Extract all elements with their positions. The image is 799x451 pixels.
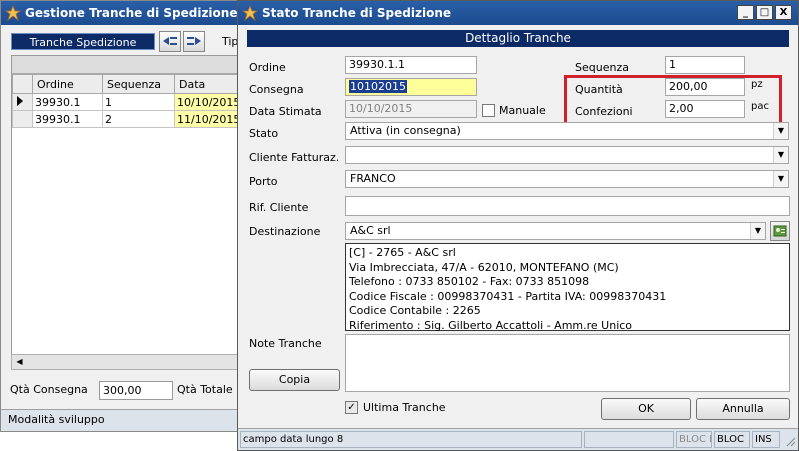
background-status-bar: Modalità sviluppo [1, 409, 244, 431]
status-message: campo data lungo 8 [240, 431, 582, 448]
address-book-icon [773, 225, 787, 237]
chevron-down-icon[interactable]: ▼ [750, 223, 765, 239]
porto-selected-value: FRANCO [350, 172, 396, 185]
destinazione-detail-line: Via Imbrecciata, 47/A - 62010, MONTEFANO… [349, 260, 619, 274]
scroll-left-icon[interactable]: ◀ [13, 356, 26, 368]
status-ins: INS [752, 431, 780, 448]
ultima-tranche-checkbox[interactable]: ✓ [345, 401, 358, 414]
qta-totale-label: Qtà Totale [177, 383, 233, 396]
dialog-status-bar: campo data lungo 8 BLOC N BLOC INS [238, 428, 798, 450]
chevron-down-icon[interactable]: ▼ [773, 123, 788, 139]
status-cell-empty [584, 431, 674, 448]
manuale-label: Manuale [499, 104, 546, 117]
annotation-highlight-box [564, 75, 782, 126]
background-titlebar[interactable]: Gestione Tranche di Spedizione [1, 1, 244, 25]
destinazione-select[interactable]: A&C srl ▼ [345, 222, 766, 240]
collapse-panel-button[interactable] [159, 31, 181, 52]
destinazione-details-box: [C] - 2765 - A&C srl Via Imbrecciata, 47… [345, 243, 790, 332]
consegna-label: Consegna [249, 83, 304, 96]
porto-label: Porto [249, 175, 278, 188]
grid-group-header [12, 56, 245, 74]
data-stimata-label: Data Stimata [249, 105, 322, 118]
resize-grip-icon[interactable] [784, 435, 796, 447]
note-tranche-label: Note Tranche [249, 337, 322, 350]
maximize-button[interactable]: □ [756, 5, 773, 20]
ordine-input[interactable]: 39930.1.1 [345, 56, 477, 74]
destinazione-label: Destinazione [249, 225, 321, 238]
ok-button[interactable]: OK [601, 398, 691, 420]
stato-tranche-dialog: Stato Tranche di Spedizione _ □ X Dettag… [237, 0, 799, 451]
status-bloc-maiusc: BLOC [714, 431, 750, 448]
table-row[interactable]: 39930.1 1 10/10/2015 [12, 93, 252, 111]
grid-horizontal-scrollbar[interactable]: ◀ [11, 354, 246, 370]
destinazione-detail-line: Riferimento : Sig. Gilberto Accattoli - … [349, 318, 633, 332]
qta-consegna-input[interactable]: 300,00 [99, 381, 173, 400]
current-row-indicator-icon [12, 93, 33, 111]
app-logo-icon [4, 4, 22, 22]
destinazione-detail-line: Telefono : 0733 850102 - Fax: 0733 85109… [349, 275, 590, 288]
chevron-down-icon[interactable]: ▼ [773, 147, 788, 163]
cliente-fatturazione-select[interactable]: ▼ [345, 146, 789, 164]
column-header-ordine[interactable]: Ordine [32, 74, 103, 94]
destinazione-detail-line: [C] - 2765 - A&C srl [349, 246, 456, 259]
table-row[interactable]: 39930.1 2 11/10/2015 [12, 110, 252, 128]
cliente-fatturazione-label: Cliente Fatturaz. [249, 151, 340, 164]
ordine-label: Ordine [249, 61, 286, 74]
copia-button[interactable]: Copia [249, 369, 340, 391]
stato-label: Stato [249, 127, 279, 140]
dettaglio-tranche-header: Dettaglio Tranche [247, 30, 789, 47]
tab-tranche-spedizione[interactable]: Tranche Spedizione [11, 33, 155, 50]
stato-select[interactable]: Attiva (in consegna) ▼ [345, 122, 789, 140]
tranche-grid[interactable]: Ordine Sequenza Data 39930.1 1 10/10/201… [11, 55, 252, 370]
cell-sequenza[interactable]: 2 [102, 110, 175, 128]
row-selector-header [12, 74, 33, 94]
dialog-titlebar[interactable]: Stato Tranche di Spedizione _ □ X [238, 1, 798, 25]
row-selector [12, 110, 33, 128]
cell-ordine[interactable]: 39930.1 [32, 110, 103, 128]
ultima-tranche-label: Ultima Tranche [363, 401, 446, 414]
data-stimata-input: 10/10/2015 [345, 100, 477, 118]
close-button[interactable]: X [775, 5, 792, 20]
sequenza-label: Sequenza [575, 61, 629, 74]
porto-select[interactable]: FRANCO ▼ [345, 170, 789, 188]
consegna-selected-text: 10102015 [349, 80, 407, 93]
tranche-table: Ordine Sequenza Data 39930.1 1 10/10/201… [12, 74, 252, 128]
minimize-button[interactable]: _ [737, 5, 754, 20]
background-window: Gestione Tranche di Spedizione Tranche S… [0, 0, 252, 432]
destinazione-detail-line: Codice Contabile : 2265 [349, 304, 481, 317]
expand-right-icon [187, 37, 201, 45]
cell-sequenza[interactable]: 1 [102, 93, 175, 111]
collapse-left-icon [163, 37, 177, 45]
app-logo-icon [241, 4, 259, 22]
address-book-button[interactable] [770, 221, 790, 241]
toolbar-tip-label: Tip [222, 35, 239, 48]
dialog-title: Stato Tranche di Spedizione [262, 6, 452, 20]
destinazione-selected-value: A&C srl [350, 224, 391, 237]
status-bloc-num: BLOC N [676, 431, 712, 448]
destinazione-detail-line: Codice Fiscale : 00998370431 - Partita I… [349, 289, 667, 303]
background-window-title: Gestione Tranche di Spedizione [25, 6, 238, 20]
manuale-checkbox[interactable] [482, 104, 495, 117]
sequenza-input[interactable]: 1 [665, 56, 745, 74]
expand-panel-button[interactable] [183, 31, 205, 52]
rif-cliente-label: Rif. Cliente [249, 201, 309, 214]
column-header-sequenza[interactable]: Sequenza [102, 74, 175, 94]
consegna-input[interactable]: 10102015 [345, 78, 477, 96]
note-tranche-textarea[interactable] [345, 334, 790, 392]
annulla-button[interactable]: Annulla [696, 398, 790, 420]
chevron-down-icon[interactable]: ▼ [773, 171, 788, 187]
rif-cliente-input[interactable] [345, 196, 790, 216]
stato-selected-value: Attiva (in consegna) [350, 124, 461, 137]
qta-consegna-label: Qtà Consegna [10, 383, 88, 396]
background-toolbar: Tranche Spedizione Tip [11, 31, 246, 53]
cell-ordine[interactable]: 39930.1 [32, 93, 103, 111]
window-controls: _ □ X [737, 5, 792, 20]
